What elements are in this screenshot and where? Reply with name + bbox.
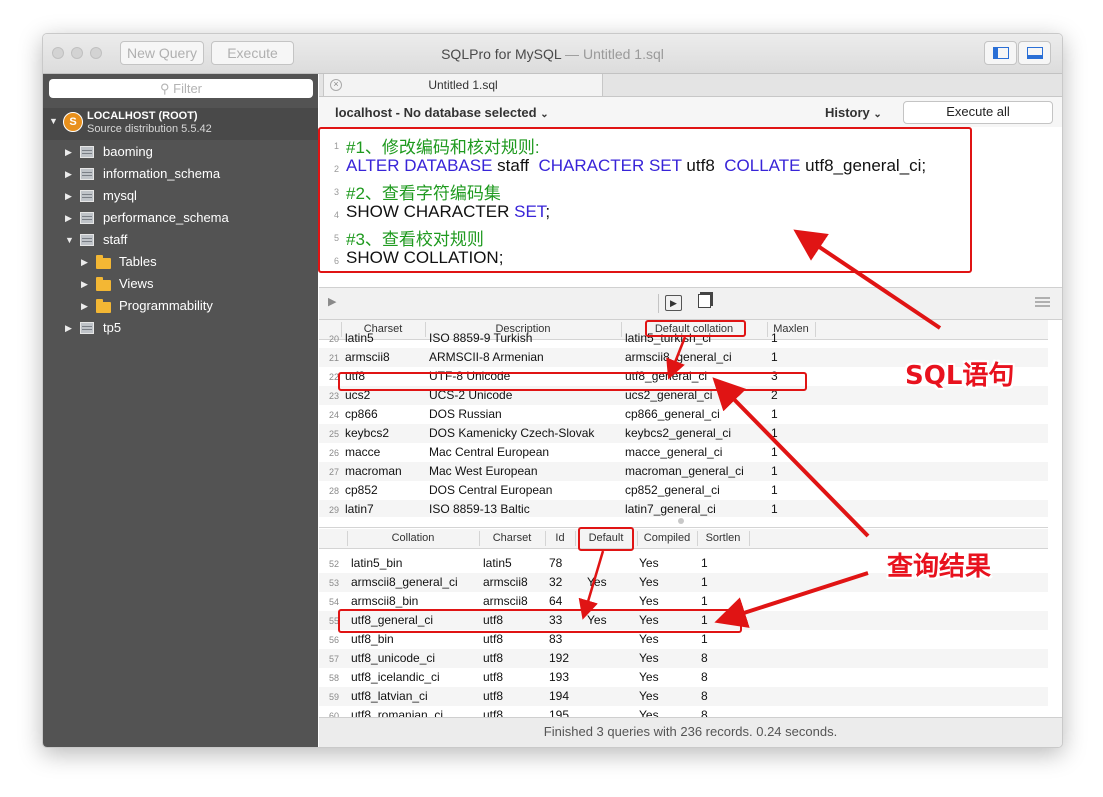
annotation-sql-label: SQL语句 — [905, 361, 1015, 391]
arrow-to-sql — [793, 229, 942, 330]
arrow-collation-to-row — [666, 336, 687, 380]
arrow-to-utf8-row — [712, 377, 870, 538]
annotation-arrows — [578, 229, 942, 628]
annotation-result-label: 查询结果 — [887, 552, 992, 582]
arrow-to-result-row — [714, 571, 869, 628]
arrow-default-to-row — [578, 550, 605, 620]
